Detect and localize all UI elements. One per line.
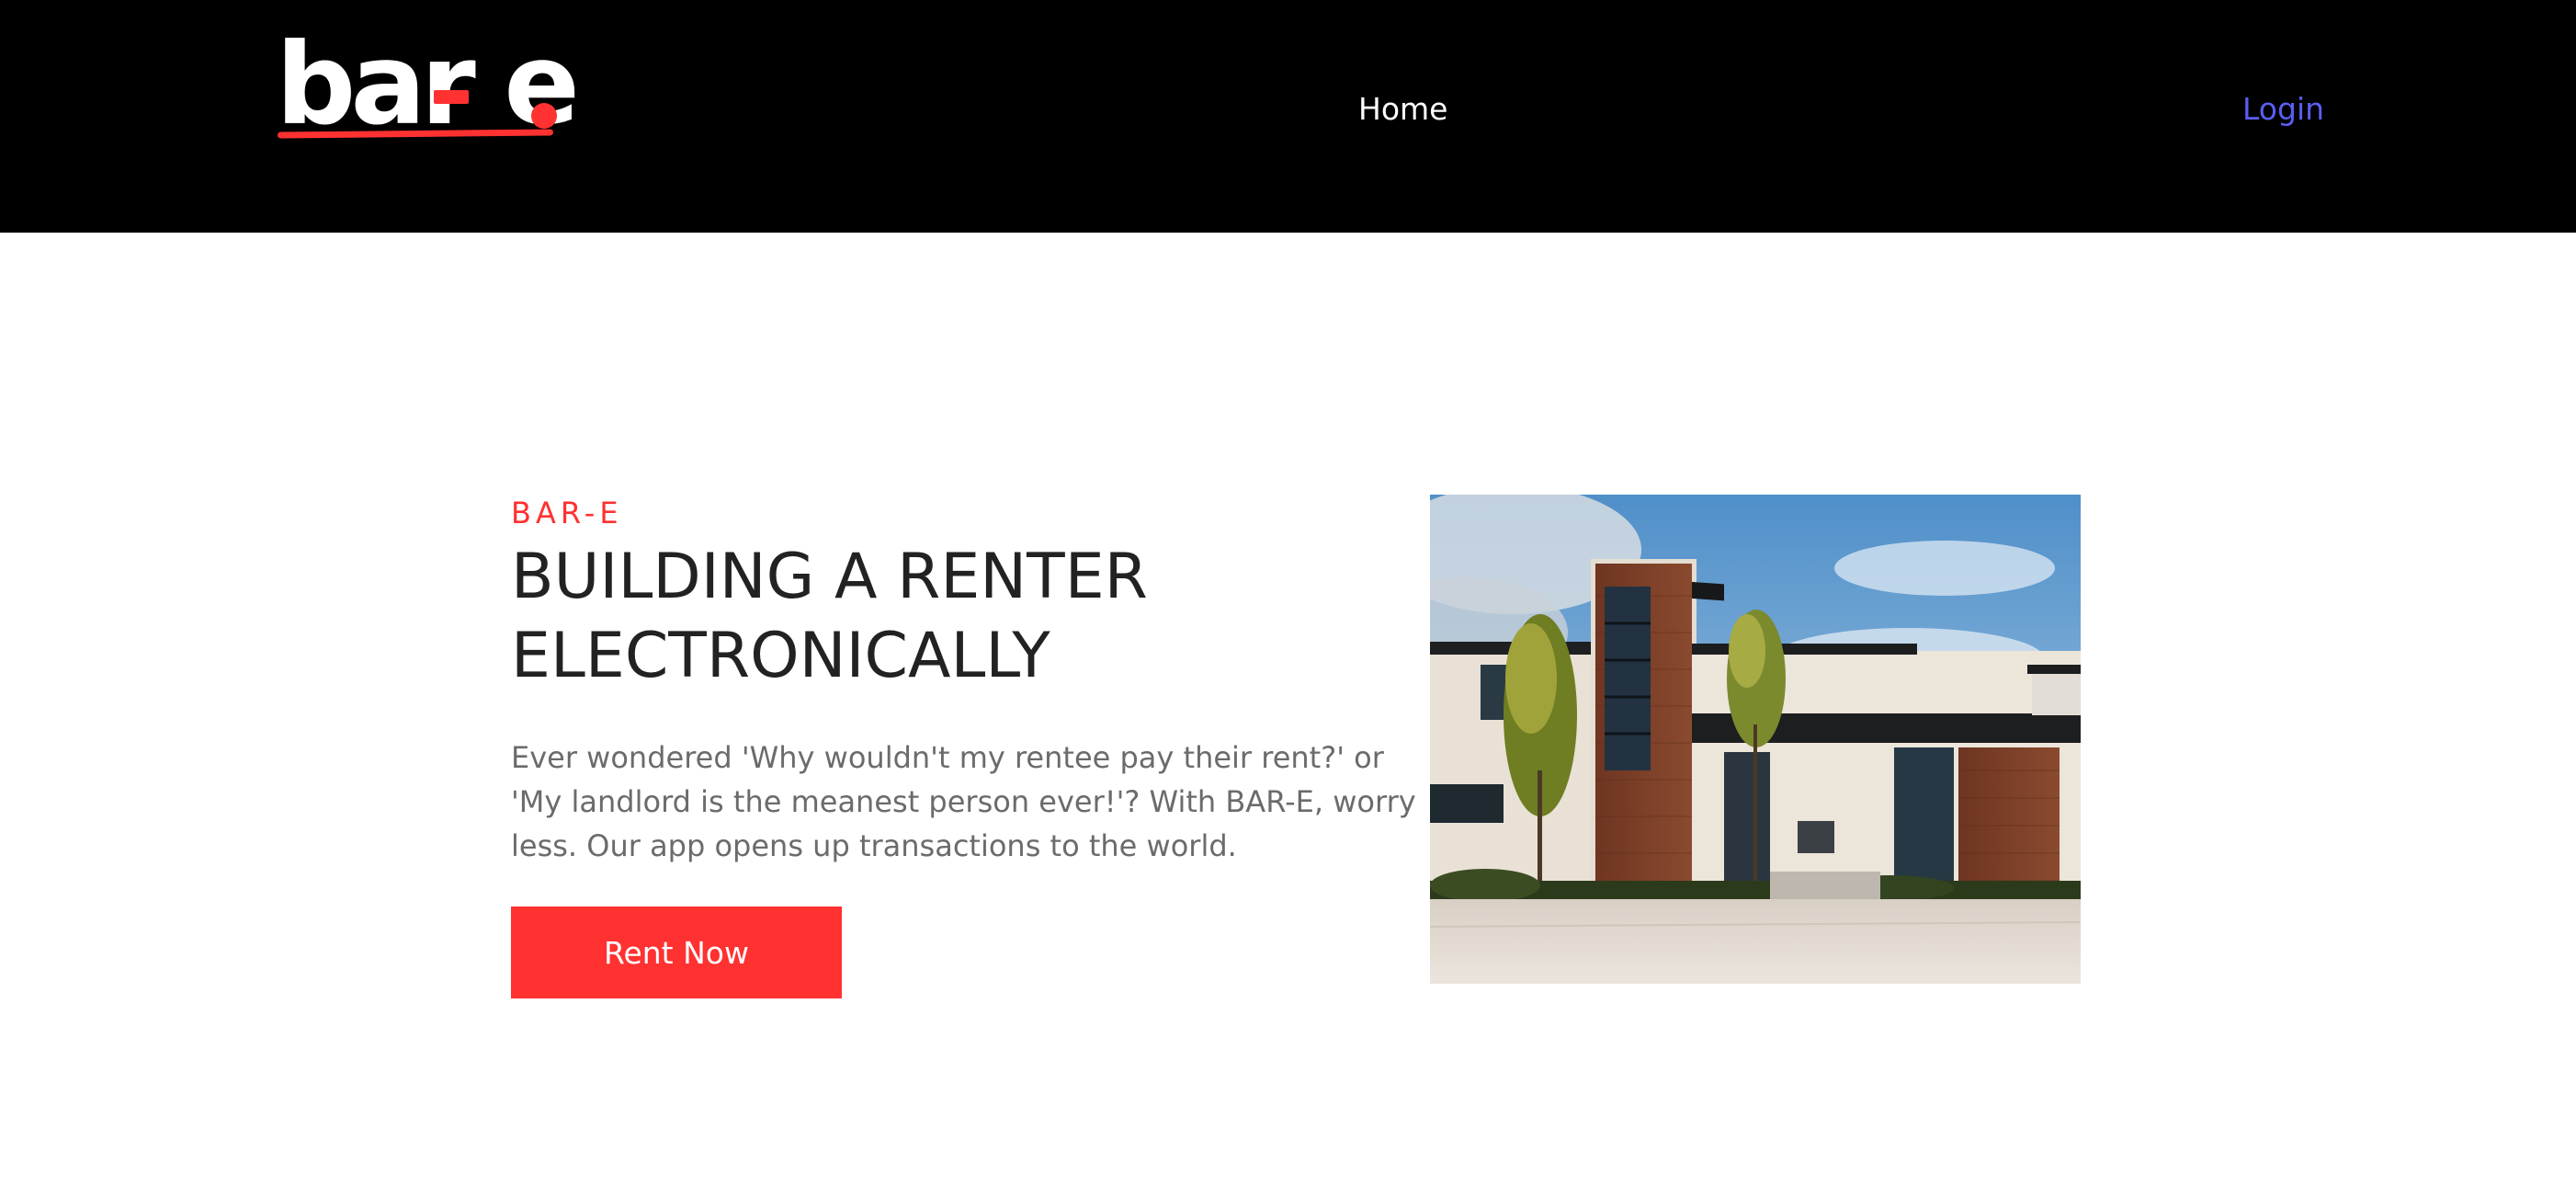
hero-eyebrow: BAR-E [511,496,623,530]
logo-red-dash [434,90,469,104]
nav-link-home[interactable]: Home [1358,87,1447,131]
hero-house-image [1430,495,2081,984]
logo-wordmark: bar e [276,19,580,150]
hero-headline: BUILDING A RENTER ELECTRONICALLY [511,541,1148,692]
rent-now-button[interactable]: Rent Now [511,907,842,998]
nav-link-login[interactable]: Login [2242,87,2324,131]
hero-description: Ever wondered 'Why wouldn't my rentee pa… [511,740,1416,863]
bar-e-logo[interactable]: bar e [276,29,580,147]
top-navbar: bar e Home Login [0,0,2576,233]
logo-red-dot [531,103,557,129]
